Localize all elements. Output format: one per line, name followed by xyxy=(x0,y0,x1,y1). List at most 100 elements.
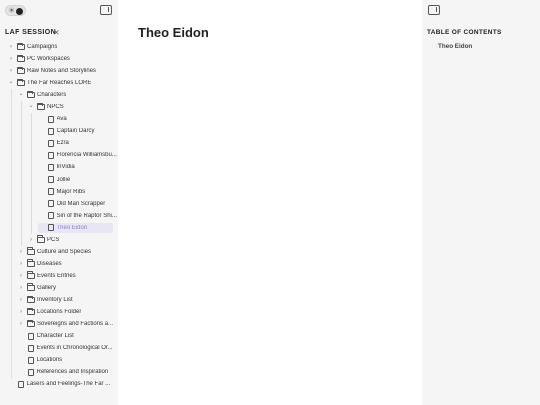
indent-guide xyxy=(20,149,22,162)
indent-guide xyxy=(10,161,12,174)
file-icon xyxy=(48,163,54,171)
main-content: Theo Eidon xyxy=(118,0,422,405)
file-icon xyxy=(28,344,34,352)
indent-guide xyxy=(10,185,12,198)
indent-guide xyxy=(30,149,32,162)
sun-icon: ☀ xyxy=(8,6,16,15)
chevron-right-icon[interactable]: › xyxy=(18,309,24,315)
tree-folder[interactable]: › Locations Folder xyxy=(0,306,118,319)
theme-toggle[interactable]: ☀ xyxy=(5,5,26,16)
tree-item-label: Raw Notes and Storylines xyxy=(27,68,97,75)
chevron-right-icon[interactable]: › xyxy=(28,237,34,243)
tree-file[interactable]: Theo Eidon xyxy=(0,221,118,234)
folder-icon xyxy=(27,90,35,99)
tree-item-label: Locations xyxy=(36,357,63,364)
folder-icon xyxy=(27,307,35,316)
indent-guide xyxy=(30,197,32,210)
site-title[interactable]: LAF SESSION xyxy=(5,29,56,36)
tree-item-label: Sovereigns and Factions a... xyxy=(37,321,114,328)
tree-item-label: NPCS xyxy=(47,104,64,111)
indent-guide xyxy=(10,245,12,258)
tree-folder[interactable]: › Gallery xyxy=(0,281,118,294)
chevron-right-icon[interactable]: › xyxy=(18,249,24,255)
tree-file[interactable]: References and Inspiration xyxy=(0,366,118,379)
indent-guide xyxy=(30,173,32,186)
file-icon xyxy=(28,332,34,340)
tree-folder[interactable]: › Raw Notes and Storylines xyxy=(0,65,118,77)
tree-file[interactable]: Jollie xyxy=(0,173,118,186)
indent-guide xyxy=(30,185,32,198)
tree-item-label: The Far Reaches LORE xyxy=(27,80,92,87)
indent-guide xyxy=(10,101,12,114)
tree-folder[interactable]: › Events Entries xyxy=(0,269,118,282)
tree-file[interactable]: Old Man Scrapper xyxy=(0,197,118,210)
chevron-right-icon[interactable]: › xyxy=(18,297,24,303)
folder-icon xyxy=(27,271,35,279)
tree-file[interactable]: Major Ribs xyxy=(0,185,118,198)
chevron-right-icon[interactable]: › xyxy=(8,44,14,50)
folder-icon xyxy=(37,235,45,243)
file-icon xyxy=(48,115,54,123)
indent-guide xyxy=(10,173,12,186)
tree-file[interactable]: Ezra xyxy=(0,137,118,150)
left-sidebar: ☀ LAF SESSION ⨯ › Campaigns › PC Workspaces… xyxy=(0,0,118,405)
tree-file[interactable]: Captain Darcy xyxy=(0,125,118,138)
indent-guide xyxy=(10,354,12,367)
tree-folder[interactable]: › Inventory List xyxy=(0,293,118,307)
tree-item-label: Culture and Species xyxy=(37,248,92,255)
tree-file[interactable]: Ava xyxy=(0,113,118,126)
chevron-down-icon[interactable]: ⌄ xyxy=(18,90,24,97)
toc-item[interactable]: Theo Eidon xyxy=(438,43,472,50)
chevron-right-icon[interactable]: › xyxy=(18,285,24,291)
indent-guide xyxy=(10,137,12,150)
folder-icon xyxy=(27,295,35,303)
file-icon xyxy=(48,188,54,196)
tree-file[interactable]: Florencia Williamsbu... xyxy=(0,149,118,162)
right-sidebar: TABLE OF CONTENTS Theo Eidon xyxy=(422,0,540,405)
indent-guide xyxy=(20,137,22,150)
chevron-down-icon[interactable]: ⌄ xyxy=(8,78,14,85)
tree-folder[interactable]: › PCS xyxy=(0,233,118,246)
left-panel-toggle-icon[interactable] xyxy=(100,5,112,15)
tree-file[interactable]: Locations xyxy=(0,354,118,367)
tree-folder[interactable]: › Sovereigns and Factions a... xyxy=(0,318,118,331)
tree-item-label: References and Inspiration xyxy=(36,369,109,376)
indent-guide xyxy=(10,306,12,319)
tree-folder[interactable]: › PC Workspaces xyxy=(0,53,118,65)
tree-folder[interactable]: › Campaigns xyxy=(0,41,118,53)
indent-guide xyxy=(10,233,12,246)
tree-file[interactable]: Siri of the Raptor Shi... xyxy=(0,209,118,222)
file-icon xyxy=(28,368,34,376)
tree-file[interactable]: InVidia xyxy=(0,161,118,174)
chevron-right-icon[interactable]: › xyxy=(8,68,14,74)
tree-item-label: Gallery xyxy=(37,284,57,291)
tree-item-label: Major Ribs xyxy=(56,188,86,195)
tree-file[interactable]: Lasers and Feelings-The Far ... xyxy=(0,378,118,390)
tree-item-label: InVidia xyxy=(56,164,75,171)
tree-item-label: PCS xyxy=(47,236,60,243)
indent-guide xyxy=(20,161,22,174)
tree-folder[interactable]: › Diseases xyxy=(0,257,118,270)
tree-item-label: Ava xyxy=(56,116,67,123)
tree-folder[interactable]: ⌄ The Far Reaches LORE xyxy=(0,77,118,89)
indent-guide xyxy=(10,318,12,331)
tree-file[interactable]: Events in Chronological Or... xyxy=(0,342,118,355)
chevron-right-icon[interactable]: › xyxy=(18,273,24,279)
chevron-right-icon[interactable]: › xyxy=(18,261,24,267)
chevron-right-icon[interactable]: › xyxy=(18,321,24,327)
right-panel-toggle-icon[interactable] xyxy=(428,5,440,15)
indent-guide xyxy=(20,197,22,210)
tree-folder[interactable]: ⌄ Characters xyxy=(0,89,118,102)
collapse-all-icon[interactable]: ⨯ xyxy=(53,28,60,37)
file-icon xyxy=(48,224,54,232)
tree-item-label: Locations Folder xyxy=(37,309,82,316)
tree-item-label: Captain Darcy xyxy=(56,128,95,135)
tree-item-label: Diseases xyxy=(37,260,62,267)
chevron-right-icon[interactable]: › xyxy=(8,56,14,62)
tree-file[interactable]: Character List xyxy=(0,330,118,343)
tree-folder[interactable]: › Culture and Species xyxy=(0,245,118,258)
tree-folder[interactable]: ⌄ NPCS xyxy=(0,101,118,114)
chevron-down-icon[interactable]: ⌄ xyxy=(28,102,34,109)
indent-guide xyxy=(10,89,12,102)
page-title: Theo Eidon xyxy=(138,25,209,40)
